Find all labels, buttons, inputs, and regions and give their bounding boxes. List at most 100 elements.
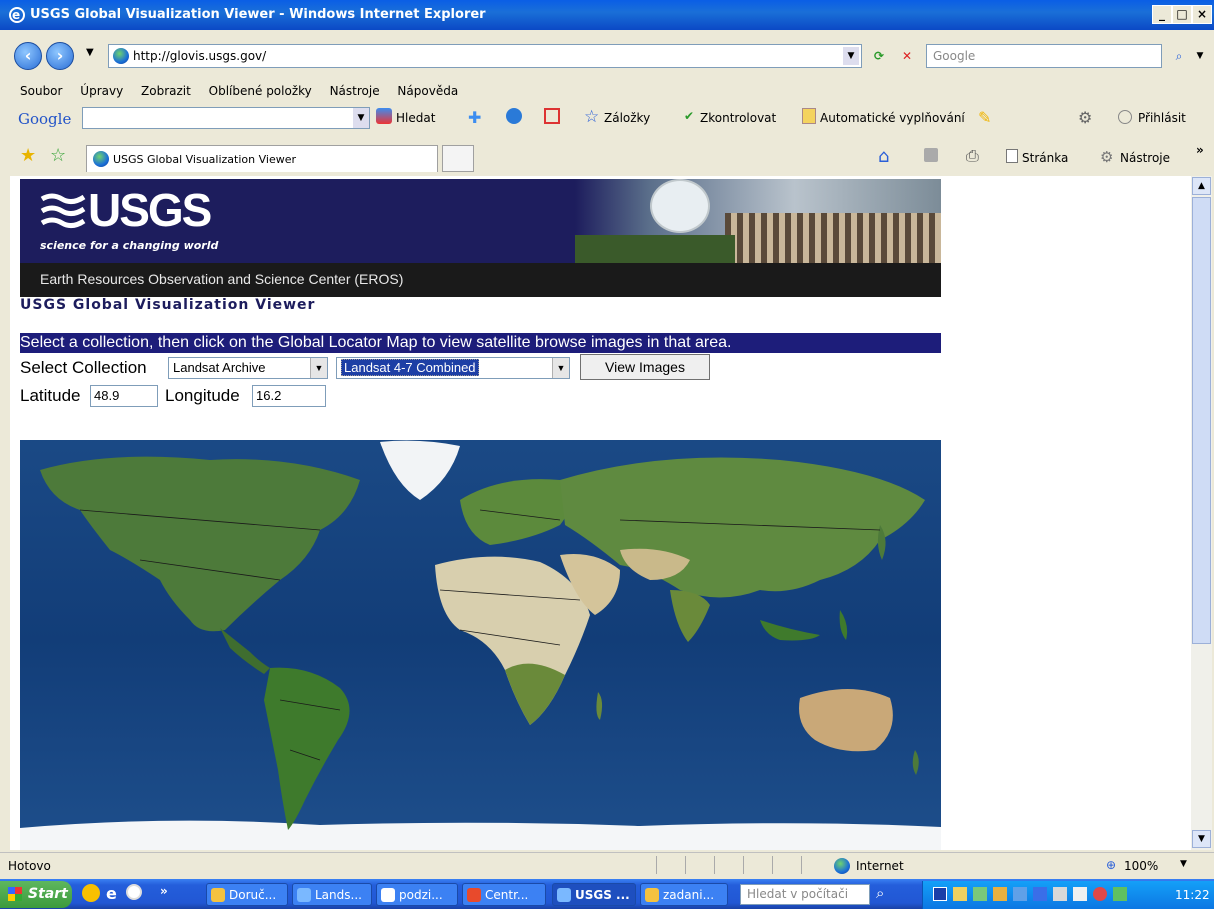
window-titlebar[interactable]: e USGS Global Visualization Viewer - Win… — [0, 0, 1214, 30]
language-icon[interactable] — [933, 887, 947, 901]
tray-icon[interactable] — [1013, 887, 1027, 901]
page-icon — [1006, 149, 1018, 163]
quicklaunch-more-icon[interactable]: » — [160, 884, 168, 898]
forward-button[interactable]: › — [46, 42, 74, 70]
menu-item[interactable]: Zobrazit — [141, 84, 191, 98]
desktop-search-input[interactable]: Hledat v počítači — [740, 884, 870, 905]
history-dropdown-icon[interactable]: ▼ — [86, 47, 94, 58]
task-button[interactable]: Centr... — [462, 883, 546, 906]
address-field[interactable]: http://glovis.usgs.gov/ ▼ — [108, 44, 862, 68]
scroll-thumb[interactable] — [1192, 197, 1211, 644]
quicklaunch-ie-icon[interactable]: e — [106, 884, 117, 903]
vertical-scrollbar[interactable]: ▲ ▼ — [1191, 176, 1212, 850]
autofill-button[interactable]: Automatické vyplňování — [820, 111, 965, 125]
google-dropdown-icon[interactable]: ▼ — [353, 108, 369, 128]
collection-dropdown-icon[interactable]: ▼ — [310, 358, 327, 378]
minimize-button[interactable]: _ — [1152, 5, 1172, 24]
select-collection-label: Select Collection — [20, 358, 147, 377]
chevron-more-icon[interactable]: » — [1196, 143, 1204, 157]
stop-icon[interactable]: ✕ — [896, 45, 918, 67]
start-button[interactable]: Start — [0, 881, 72, 908]
windows-logo-icon — [8, 887, 22, 901]
close-button[interactable]: × — [1192, 5, 1212, 24]
add-favorites-icon[interactable]: ☆ — [50, 145, 66, 166]
menu-item[interactable]: Úpravy — [80, 84, 123, 98]
google-search-button[interactable]: Hledat — [396, 111, 435, 125]
task-app-icon — [297, 888, 311, 902]
maximize-button[interactable]: □ — [1172, 5, 1192, 24]
refresh-icon[interactable]: ⟳ — [868, 45, 890, 67]
task-label: Doruč... — [229, 888, 277, 902]
dataset-select[interactable]: Landsat 4-7 Combined ▼ — [336, 357, 570, 379]
google-search-input[interactable]: ▼ — [82, 107, 370, 129]
tray-icon[interactable] — [953, 887, 967, 901]
status-text: Hotovo — [8, 859, 51, 873]
global-locator-map[interactable] — [20, 430, 941, 850]
globe-icon — [113, 48, 129, 64]
task-button[interactable]: USGS ... — [552, 883, 636, 906]
star-icon[interactable]: ☆ — [584, 107, 599, 127]
print-icon[interactable]: ⎙ — [966, 146, 979, 166]
task-button[interactable]: Lands... — [292, 883, 372, 906]
share-icon[interactable] — [506, 108, 522, 124]
menu-item[interactable]: Soubor — [20, 84, 62, 98]
dataset-dropdown-icon[interactable]: ▼ — [552, 358, 569, 378]
collection-select[interactable]: Landsat Archive ▼ — [168, 357, 328, 379]
task-button[interactable]: zadani... — [640, 883, 728, 906]
feeds-icon[interactable] — [924, 148, 938, 162]
tray-icon[interactable] — [1113, 887, 1127, 901]
autofill-icon — [802, 108, 816, 124]
address-dropdown-icon[interactable]: ▼ — [843, 47, 859, 65]
scroll-up-icon[interactable]: ▲ — [1192, 177, 1211, 195]
google-toolbar: Google ▼ Hledat ✚ ☆ Záložky ✔ Zkontrolov… — [0, 104, 1214, 134]
menu-item[interactable]: Oblíbené položky — [209, 84, 312, 98]
signin-button[interactable]: Přihlásit — [1138, 111, 1186, 125]
menu-item[interactable]: Nástroje — [330, 84, 380, 98]
page-menu-button[interactable]: Stránka — [1022, 151, 1068, 165]
tray-icon[interactable] — [1093, 887, 1107, 901]
plus-icon[interactable]: ✚ — [468, 108, 481, 127]
zoom-dropdown-icon[interactable]: ▼ — [1180, 859, 1187, 869]
longitude-input[interactable]: 16.2 — [252, 385, 326, 407]
task-button[interactable]: Doruč... — [206, 883, 288, 906]
antarctica-shape — [20, 820, 941, 850]
view-images-button[interactable]: View Images — [580, 354, 710, 380]
tools-menu-button[interactable]: Nástroje — [1120, 151, 1170, 165]
usgs-tagline: science for a changing world — [40, 239, 219, 252]
task-button[interactable]: podzi... — [376, 883, 458, 906]
zoom-level[interactable]: 100% — [1124, 859, 1158, 873]
task-label: podzi... — [399, 888, 443, 902]
tray-icon[interactable] — [1073, 887, 1087, 901]
quicklaunch-player-icon[interactable] — [126, 884, 142, 900]
tray-icon[interactable] — [993, 887, 1007, 901]
quicklaunch-messenger-icon[interactable] — [82, 884, 100, 902]
tab-usgs[interactable]: USGS Global Visualization Viewer — [86, 145, 438, 172]
popup-blocker-icon[interactable] — [544, 108, 560, 124]
satellite-dish-shape — [650, 179, 710, 233]
wrench-icon[interactable]: ⚙ — [1078, 108, 1092, 127]
menu-item[interactable]: Nápověda — [397, 84, 458, 98]
search-icon[interactable]: ⌕ — [1168, 45, 1190, 67]
tab-title: USGS Global Visualization Viewer — [113, 153, 296, 166]
back-button[interactable]: ‹ — [14, 42, 42, 70]
tray-icon[interactable] — [1053, 887, 1067, 901]
latitude-input[interactable]: 48.9 — [90, 385, 158, 407]
highlight-icon[interactable]: ✎ — [978, 108, 991, 127]
scroll-down-icon[interactable]: ▼ — [1192, 830, 1211, 848]
home-icon[interactable]: ⌂ — [878, 146, 889, 167]
instruction-text: Select a collection, then click on the G… — [20, 333, 941, 353]
new-tab-button[interactable] — [442, 145, 474, 172]
favorites-star-icon[interactable]: ★ — [20, 145, 36, 166]
spellcheck-button[interactable]: Zkontrolovat — [700, 111, 776, 125]
latitude-label: Latitude — [20, 386, 81, 405]
bookmarks-button[interactable]: Záložky — [604, 111, 650, 125]
tray-icon[interactable] — [1033, 887, 1047, 901]
desktop-search-icon[interactable]: ⌕ — [876, 884, 884, 902]
task-app-icon — [467, 888, 481, 902]
url-text: http://glovis.usgs.gov/ — [133, 49, 267, 63]
clock[interactable]: 11:22 — [1175, 888, 1210, 902]
search-options-icon[interactable]: ▼ — [1192, 45, 1208, 67]
search-box[interactable]: Google — [926, 44, 1162, 68]
tray-icon[interactable] — [973, 887, 987, 901]
eros-building-image — [575, 179, 941, 263]
